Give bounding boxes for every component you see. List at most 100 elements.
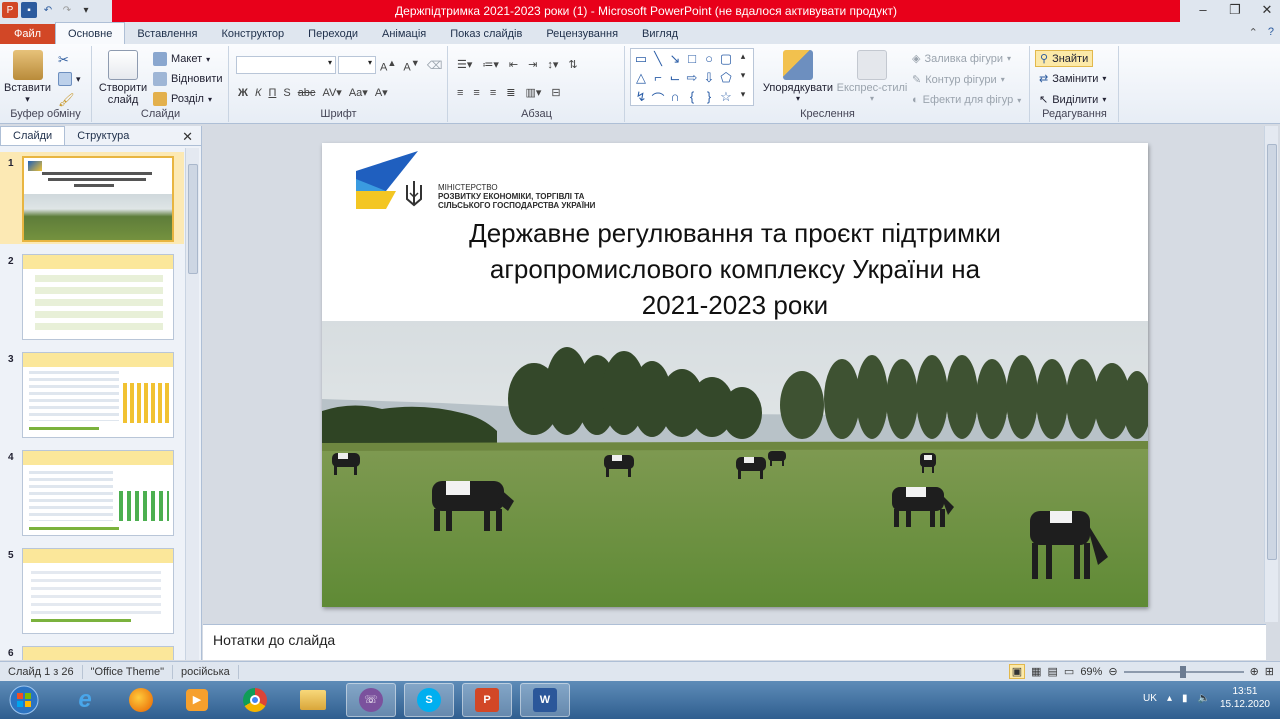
chrome-icon[interactable] [230, 683, 280, 717]
text-direction-icon[interactable]: ⇅ [568, 58, 577, 71]
help-icon[interactable]: ? [1268, 26, 1274, 39]
slide-thumbnail-1[interactable]: 1 [0, 152, 184, 244]
clock[interactable]: 13:51 15.12.2020 [1220, 685, 1270, 711]
format-painter-button[interactable]: 🖌 [58, 92, 75, 108]
tab-outline-pane[interactable]: Структура [65, 126, 141, 145]
keyboard-language[interactable]: UK [1143, 693, 1157, 704]
minimize-icon[interactable]: – [1194, 2, 1212, 18]
align-left-icon[interactable]: ≡ [457, 87, 463, 99]
star-shape-icon[interactable]: ☆ [718, 89, 734, 107]
slides-pane-scrollbar[interactable] [185, 148, 199, 660]
media-player-icon[interactable]: ▶ [172, 683, 222, 717]
font-family-select[interactable]: ▾ [236, 56, 336, 74]
shapes-gallery[interactable]: ▭ ╲ ↘ □ ○ ▢ ▴ △ ⌐ ⌙ ⇨ ⇩ ⬠ ▾ ↯ ⌒ ∩ { } ☆ … [630, 48, 754, 107]
down-arrow-shape-icon[interactable]: ⇩ [701, 70, 717, 88]
viber-icon[interactable]: ☏ [346, 683, 396, 717]
shrink-font-icon[interactable]: A▼ [403, 58, 419, 74]
normal-view-icon[interactable]: ▣ [1008, 664, 1026, 679]
slide-thumbnail-4[interactable]: 4 [0, 446, 184, 538]
right-brace-icon[interactable]: } [701, 89, 717, 107]
char-spacing-icon[interactable]: AV▾ [322, 86, 341, 99]
slide-sorter-icon[interactable]: ▦ [1031, 665, 1041, 678]
align-center-icon[interactable]: ≡ [473, 87, 479, 99]
volume-icon[interactable]: 🔈 [1197, 693, 1209, 704]
scroll-up-icon[interactable]: ▴ [735, 51, 751, 69]
triangle-shape-icon[interactable]: △ [633, 70, 649, 88]
language-indicator[interactable]: російська [173, 664, 239, 679]
right-arrow-shape-icon[interactable]: ⇨ [684, 70, 700, 88]
curve-shape-icon[interactable]: ∩ [667, 89, 683, 107]
strikethrough-icon[interactable]: abc [298, 87, 316, 99]
reading-view-icon[interactable]: ▤ [1048, 665, 1058, 678]
close-pane-icon[interactable]: ✕ [182, 129, 193, 145]
zoom-out-icon[interactable]: ⊖ [1108, 665, 1117, 678]
fit-slide-icon[interactable]: ⊞ [1265, 665, 1274, 678]
notes-pane[interactable]: Нотатки до слайда [203, 624, 1266, 660]
undo-icon[interactable]: ↶ [40, 2, 56, 18]
select-button[interactable]: ↖ Виділити ▾ [1039, 93, 1106, 107]
network-icon[interactable]: ▮ [1182, 693, 1188, 704]
rounded-rect-shape-icon[interactable]: ▢ [718, 51, 734, 69]
slide-thumbnail-2[interactable]: 2 [0, 250, 184, 342]
font-color-icon[interactable]: A▾ [375, 86, 388, 99]
paste-button[interactable]: Вставити ▾ [4, 50, 51, 105]
shape-fill-button[interactable]: ◈ Заливка фігури ▾ [912, 52, 1011, 66]
internet-explorer-icon[interactable]: e [60, 683, 110, 717]
tab-home[interactable]: Основне [55, 22, 126, 44]
tab-animations[interactable]: Анімація [370, 24, 438, 44]
redo-icon[interactable]: ↷ [59, 2, 75, 18]
tab-transitions[interactable]: Переходи [296, 24, 370, 44]
line-shape-icon[interactable]: ╲ [650, 51, 666, 69]
quick-styles-button[interactable]: Експрес-стилі ▾ [836, 50, 908, 103]
powerpoint-app-icon[interactable]: P [2, 2, 18, 18]
editor-vertical-scrollbar[interactable] [1264, 126, 1278, 622]
change-case-icon[interactable]: Aa▾ [349, 86, 368, 99]
columns-icon[interactable]: ▥▾ [525, 86, 541, 99]
curved-arrow-icon[interactable]: ↯ [633, 89, 649, 107]
decrease-indent-icon[interactable]: ⇤ [509, 58, 518, 71]
tab-insert[interactable]: Вставлення [125, 24, 209, 44]
arrange-button[interactable]: Упорядкувати ▾ [762, 50, 834, 103]
bullets-icon[interactable]: ☰▾ [457, 58, 472, 71]
layout-button[interactable]: Макет ▾ [153, 52, 210, 66]
slide-thumbnail-6[interactable]: 6 [0, 642, 184, 660]
italic-icon[interactable]: К [255, 87, 261, 99]
grow-font-icon[interactable]: A▲ [380, 58, 396, 74]
textbox-shape-icon[interactable]: ▭ [633, 51, 649, 69]
increase-indent-icon[interactable]: ⇥ [528, 58, 537, 71]
close-icon[interactable]: ✕ [1258, 2, 1276, 18]
scrollbar-thumb[interactable] [188, 164, 198, 274]
powerpoint-taskbar-icon[interactable]: P [462, 683, 512, 717]
tab-review[interactable]: Рецензування [534, 24, 630, 44]
slide-thumbnail-5[interactable]: 5 [0, 544, 184, 636]
font-size-select[interactable]: ▾ [338, 56, 376, 74]
scroll-down-icon[interactable]: ▾ [735, 70, 751, 88]
justify-icon[interactable]: ≣ [506, 86, 515, 99]
align-text-icon[interactable]: ⊟ [551, 86, 560, 99]
tab-view[interactable]: Вигляд [630, 24, 690, 44]
elbow-arrow-icon[interactable]: ⌙ [667, 70, 683, 88]
current-slide[interactable]: МІНІСТЕРСТВО РОЗВИТКУ ЕКОНОМІКИ, ТОРГІВЛ… [322, 143, 1148, 607]
clear-formatting-icon[interactable]: ⌫ [427, 59, 443, 72]
ribbon-collapse-icon[interactable]: ⌃ [1249, 26, 1258, 39]
cows-pasture-photo[interactable] [322, 321, 1148, 607]
bold-icon[interactable]: Ж [238, 87, 248, 99]
file-explorer-icon[interactable] [288, 683, 338, 717]
shape-effects-button[interactable]: ◐ Ефекти для фігур ▾ [912, 94, 1021, 106]
zoom-slider[interactable] [1123, 665, 1244, 678]
tab-file[interactable]: Файл [0, 24, 56, 44]
underline-icon[interactable]: П [268, 87, 276, 99]
left-brace-icon[interactable]: { [684, 89, 700, 107]
maximize-icon[interactable]: ❐ [1226, 2, 1244, 18]
start-button[interactable] [2, 683, 46, 717]
align-right-icon[interactable]: ≡ [490, 87, 496, 99]
numbering-icon[interactable]: ≔▾ [482, 58, 499, 71]
zoom-slider-knob[interactable] [1179, 665, 1186, 678]
slideshow-icon[interactable]: ▭ [1064, 665, 1074, 678]
zoom-level[interactable]: 69% [1080, 666, 1102, 678]
line-spacing-icon[interactable]: ↕▾ [547, 58, 558, 71]
arc-shape-icon[interactable]: ⌒ [650, 89, 666, 107]
show-hidden-icons-icon[interactable]: ▴ [1167, 693, 1172, 704]
find-button[interactable]: ⚲ Знайти [1035, 50, 1094, 67]
firefox-icon[interactable] [116, 683, 166, 717]
